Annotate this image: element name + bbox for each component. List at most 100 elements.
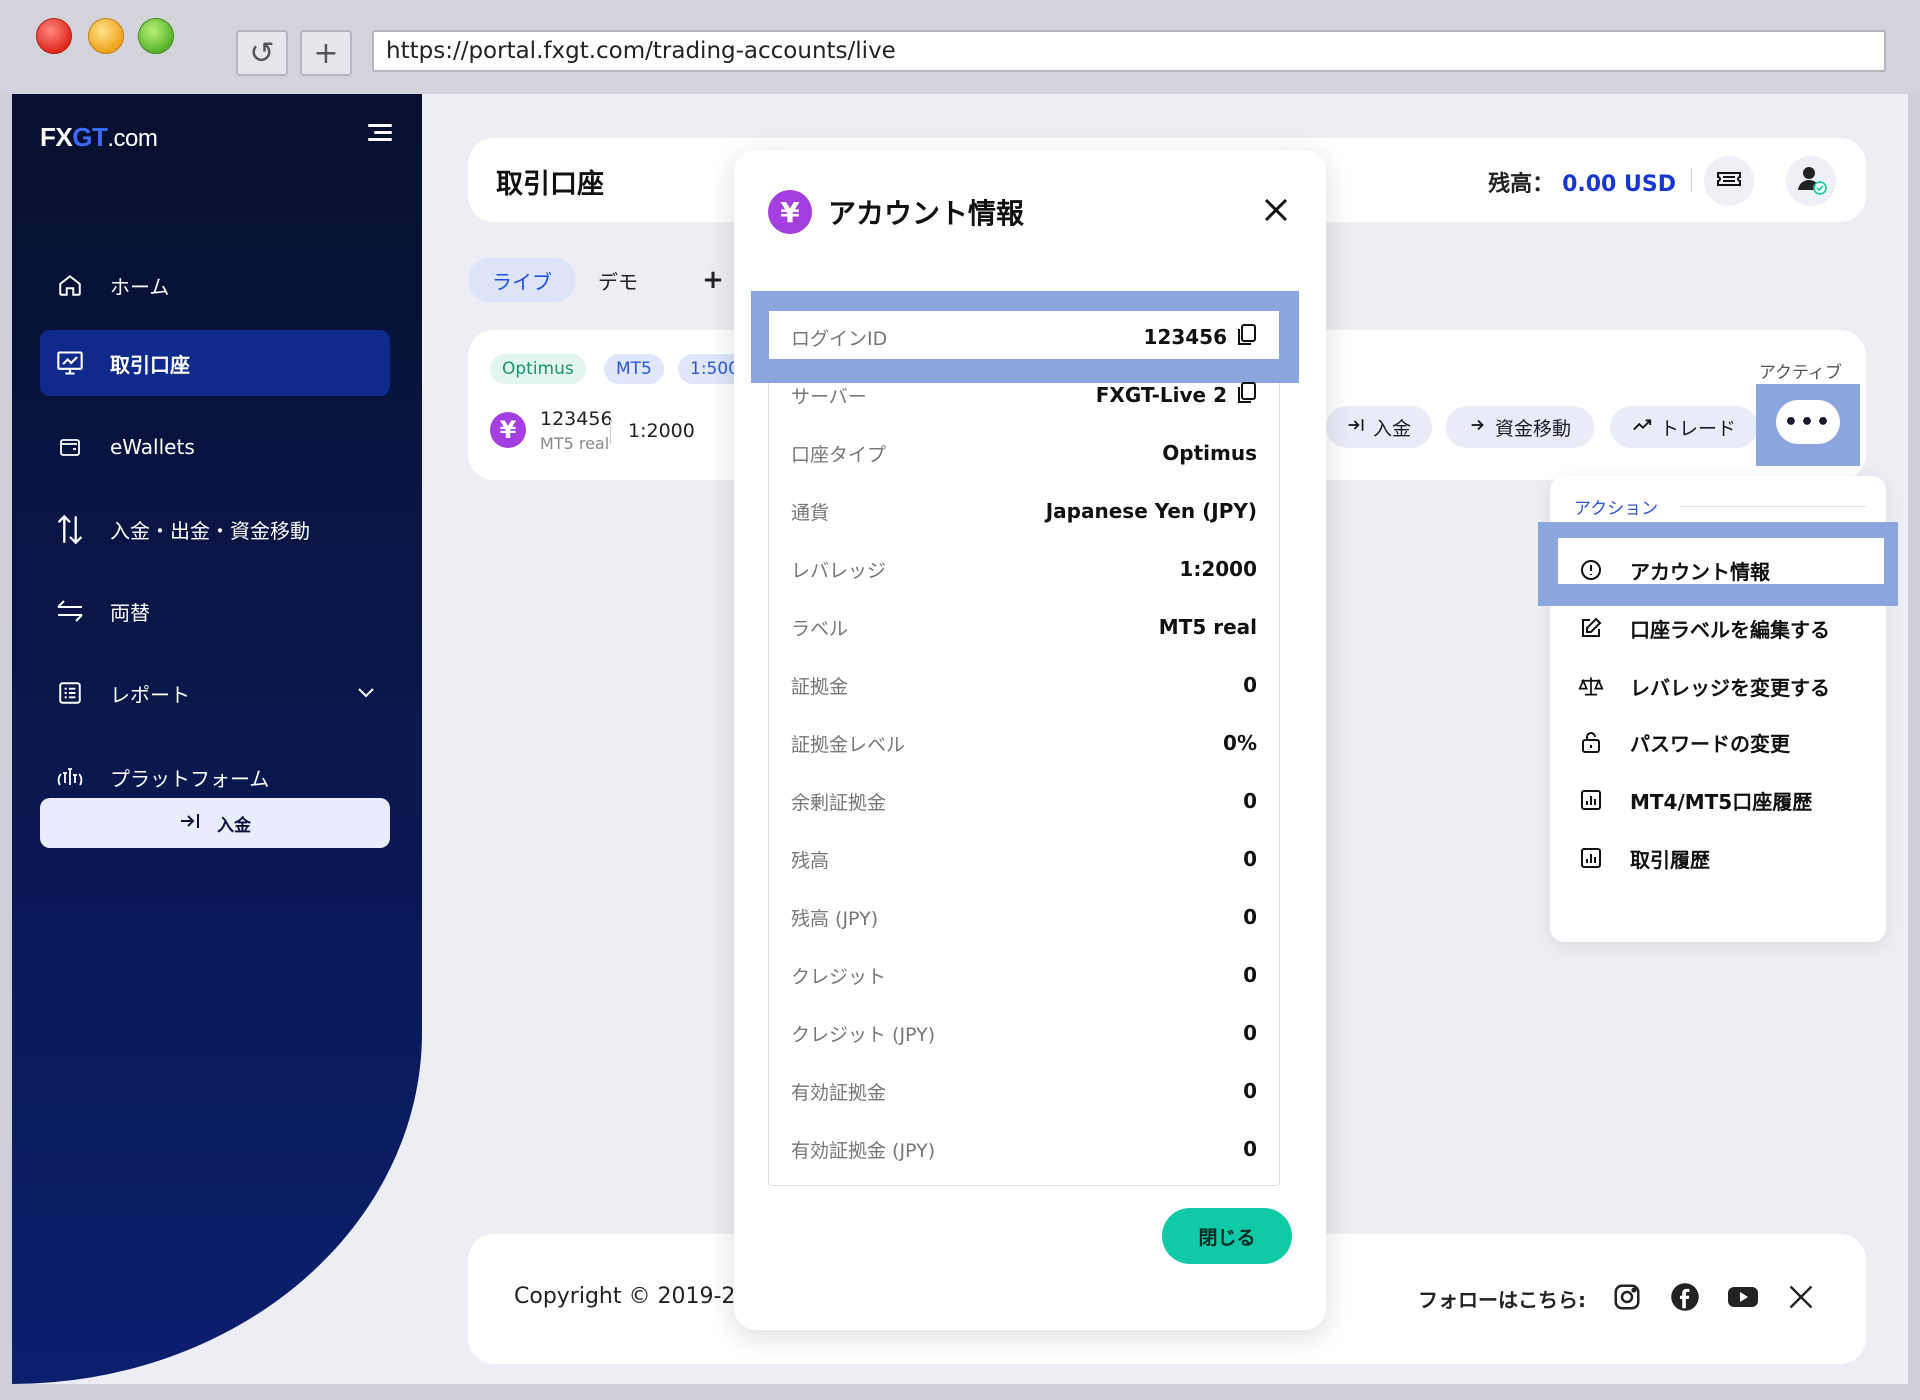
sidebar-deposit-button[interactable]: 入金	[40, 798, 390, 848]
dropdown-item-account-history[interactable]: MT4/MT5口座履歴	[1578, 780, 1812, 820]
balance-display: 残高： 0.00 USD	[1488, 166, 1676, 198]
info-row: クレジット (JPY) 0	[769, 1011, 1279, 1055]
sidebar-item-ewallets[interactable]: eWallets	[40, 414, 390, 480]
ellipsis-icon: •••	[1783, 409, 1833, 435]
account-number: 123456	[540, 408, 613, 430]
page-viewport: FXGT.com ホーム 取引口座 eWallets 入金・出金・資金移動 両替…	[12, 94, 1908, 1384]
status-badge: アクティブ	[1758, 363, 1842, 383]
sidebar-deposit-label: 入金	[217, 815, 251, 836]
url-bar[interactable]: https://portal.fxgt.com/trading-accounts…	[372, 30, 1886, 72]
monitor-chart-icon	[54, 347, 86, 379]
wallet-icon	[54, 431, 86, 463]
info-row: 有効証拠金 (JPY) 0	[769, 1127, 1279, 1171]
close-icon[interactable]	[1260, 194, 1294, 228]
fxgt-logo[interactable]: FXGT.com	[40, 122, 158, 153]
info-row-value: 0	[1243, 1079, 1257, 1103]
info-row-value: 0	[1243, 673, 1257, 697]
chevron-down-icon	[356, 680, 376, 704]
modal-title: アカウント情報	[828, 197, 1025, 230]
info-row: 残高 0	[769, 837, 1279, 881]
info-row: ラベル MT5 real	[769, 605, 1279, 649]
browser-chrome: ↺ + https://portal.fxgt.com/trading-acco…	[0, 0, 1920, 94]
edit-icon	[1578, 615, 1604, 641]
follow-label: フォローはこちら:	[1418, 1288, 1586, 1312]
info-row-label: 証拠金レベル	[791, 733, 906, 756]
logo-gt: GT	[72, 122, 108, 152]
info-row-value: Optimus	[1162, 441, 1257, 465]
info-row-label: 口座タイプ	[791, 443, 887, 466]
info-row-value: 0	[1243, 963, 1257, 987]
info-row: 口座タイプ Optimus	[769, 431, 1279, 475]
tab-demo[interactable]: デモ	[576, 258, 660, 302]
modal-close-button[interactable]: 閉じる	[1162, 1208, 1292, 1264]
dropdown-item-trade-history[interactable]: 取引履歴	[1578, 838, 1710, 878]
balance-label: 残高：	[1488, 172, 1555, 197]
window-maximize-button[interactable]	[138, 18, 174, 54]
logo-suffix: .com	[107, 125, 158, 152]
x-twitter-icon[interactable]	[1784, 1280, 1818, 1314]
youtube-icon[interactable]	[1726, 1280, 1760, 1314]
sidebar-item-label: 両替	[110, 600, 150, 625]
new-tab-button[interactable]: +	[300, 30, 352, 76]
platform-chip: MT5	[604, 354, 664, 384]
dropdown-item-change-password[interactable]: パスワードの変更	[1578, 722, 1790, 762]
window-close-button[interactable]	[36, 18, 72, 54]
info-row: 証拠金レベル 0%	[769, 721, 1279, 765]
dropdown-item-label: パスワードの変更	[1630, 731, 1790, 756]
account-info-modal: ¥ アカウント情報 ログインID 123456 サーバー FXGT-Live 2…	[734, 150, 1326, 1330]
sidebar-item-deposit-withdraw[interactable]: 入金・出金・資金移動	[40, 496, 390, 562]
window-minimize-button[interactable]	[88, 18, 124, 54]
dropdown-item-edit-label[interactable]: 口座ラベルを編集する	[1578, 608, 1830, 648]
info-row-login-id: ログインID 123456	[769, 315, 1279, 359]
transfer-label: 資金移動	[1494, 417, 1571, 440]
list-report-icon	[54, 677, 86, 709]
deposit-button[interactable]: 入金	[1326, 406, 1432, 448]
chart-icon	[1578, 787, 1604, 813]
info-row-label: 有効証拠金 (JPY)	[791, 1139, 936, 1162]
menu-toggle-icon[interactable]	[364, 120, 392, 148]
sidebar-item-trading-accounts[interactable]: 取引口座	[40, 330, 390, 396]
info-row-value: FXGT-Live 2	[1095, 383, 1227, 407]
info-row-label: 証拠金	[791, 675, 849, 698]
info-row-value: 0%	[1223, 731, 1257, 755]
info-row-value: 0	[1243, 905, 1257, 929]
sidebar-item-home[interactable]: ホーム	[40, 252, 390, 318]
transfer-button[interactable]: 資金移動	[1446, 406, 1594, 448]
profile-button[interactable]	[1786, 156, 1836, 206]
trade-button[interactable]: トレード	[1610, 406, 1758, 448]
facebook-icon[interactable]	[1668, 1280, 1702, 1314]
info-row-label: クレジット (JPY)	[791, 1023, 936, 1046]
info-row-value: 1:2000	[1179, 557, 1257, 581]
info-row-label: クレジット	[791, 965, 887, 988]
info-row-value: 0	[1243, 789, 1257, 813]
lock-icon	[1578, 729, 1604, 755]
info-row-label: 余剰証拠金	[791, 791, 887, 814]
reload-button[interactable]: ↺	[236, 30, 288, 76]
dropdown-item-change-leverage[interactable]: レバレッジを変更する	[1578, 666, 1830, 706]
transfer-arrows-icon	[54, 513, 86, 545]
yen-currency-icon: ¥	[768, 190, 812, 234]
sidebar-item-exchange[interactable]: 両替	[40, 578, 390, 644]
dropdown-item-account-info[interactable]: アカウント情報	[1578, 550, 1770, 590]
info-row-value: 0	[1243, 847, 1257, 871]
balance-value: 0.00 USD	[1562, 172, 1676, 197]
tab-live[interactable]: ライブ	[468, 258, 576, 302]
user-avatar-icon	[1794, 162, 1828, 200]
instagram-icon[interactable]	[1610, 1280, 1644, 1314]
sidebar-item-label: ホーム	[110, 274, 170, 299]
account-type-chip: Optimus	[490, 354, 586, 384]
chart-icon	[1578, 845, 1604, 871]
add-account-button[interactable]: +	[698, 258, 728, 302]
info-row-value: 123456	[1143, 325, 1228, 349]
info-row: 有効証拠金 0	[769, 1069, 1279, 1113]
dropdown-item-label: アカウント情報	[1630, 559, 1770, 584]
ticket-button[interactable]	[1704, 156, 1754, 206]
copy-icon[interactable]	[1235, 381, 1257, 410]
info-row-label: ラベル	[791, 617, 849, 640]
info-row-label: ログインID	[791, 327, 888, 350]
sidebar: FXGT.com ホーム 取引口座 eWallets 入金・出金・資金移動 両替…	[12, 94, 422, 1384]
more-actions-button[interactable]: •••	[1776, 400, 1840, 444]
copy-icon[interactable]	[1235, 323, 1257, 352]
sidebar-item-label: プラットフォーム	[110, 766, 270, 791]
sidebar-item-reports[interactable]: レポート	[40, 660, 390, 726]
